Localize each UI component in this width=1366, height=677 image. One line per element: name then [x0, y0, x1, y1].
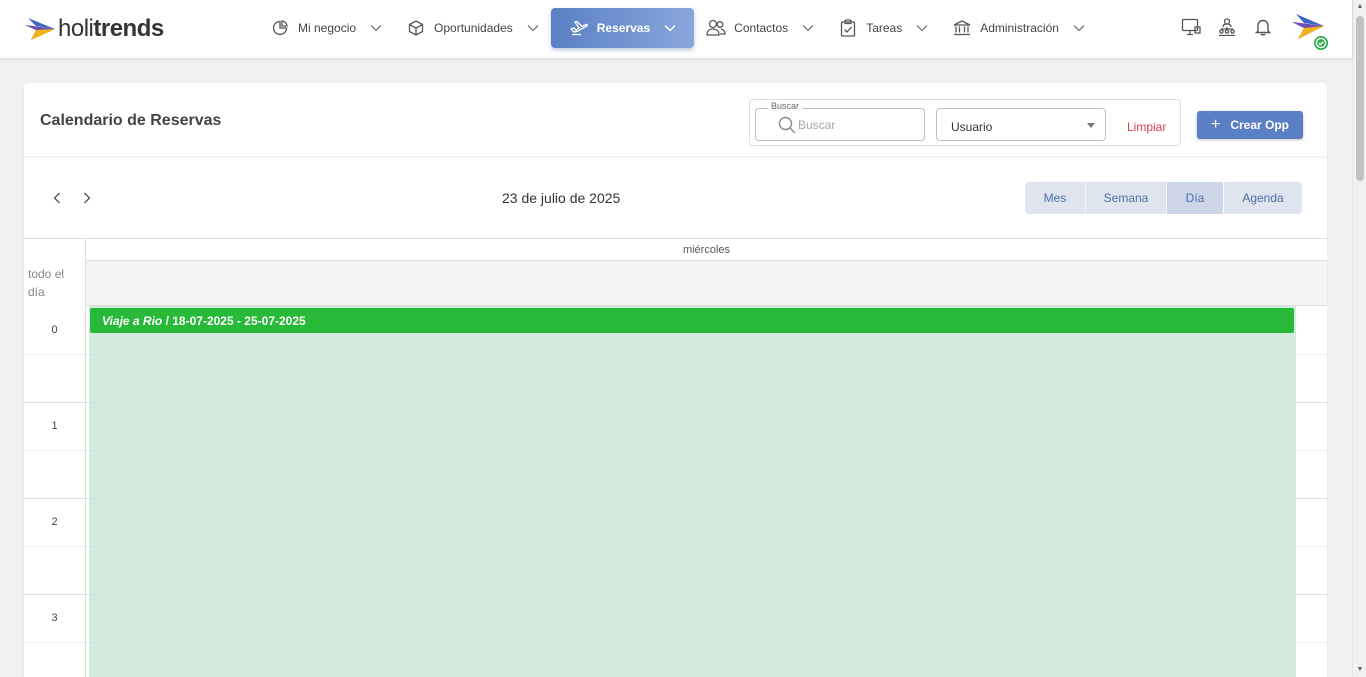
- clipboard-check-icon: [838, 18, 858, 38]
- plane-icon: [569, 18, 589, 38]
- plus-icon: +: [1210, 116, 1221, 133]
- search-input[interactable]: [798, 116, 918, 134]
- nav-item-tareas[interactable]: Tareas: [826, 8, 940, 48]
- filter-box: Buscar Usuario Limpiar: [749, 99, 1181, 146]
- top-navbar: holitrends Mi negocio Oportunidades Rese…: [0, 0, 1352, 58]
- chevron-down-icon: [664, 24, 676, 32]
- chevron-left-icon: [53, 192, 60, 204]
- nav-item-administracion[interactable]: Administración: [940, 8, 1097, 48]
- view-month-button[interactable]: Mes: [1025, 182, 1086, 214]
- view-switcher: Mes Semana Día Agenda: [1025, 182, 1302, 214]
- allday-row[interactable]: [86, 261, 1327, 306]
- nav-item-reservas[interactable]: Reservas: [550, 8, 695, 48]
- chevron-right-icon: [84, 192, 91, 204]
- allday-label: todo el día: [28, 267, 65, 299]
- nav-item-mi-negocio[interactable]: Mi negocio: [258, 8, 394, 48]
- reservation-event[interactable]: Viaje a Rio / 18-07-2025 - 25-07-2025: [90, 308, 1294, 333]
- create-opp-label: Crear Opp: [1230, 118, 1290, 132]
- half-hour-divider: [24, 642, 85, 643]
- monitor-icon[interactable]: [1178, 14, 1204, 40]
- chevron-down-icon: [802, 24, 814, 32]
- page-title: Calendario de Reservas: [40, 112, 222, 129]
- nav-label: Oportunidades: [434, 21, 513, 35]
- nav-label: Administración: [980, 21, 1059, 35]
- user-select[interactable]: Usuario: [936, 108, 1106, 141]
- bank-icon: [952, 18, 972, 38]
- half-hour-divider: [24, 354, 85, 355]
- search-icon: [778, 116, 796, 134]
- view-week-button[interactable]: Semana: [1086, 182, 1167, 214]
- logo-text: holitrends: [58, 15, 164, 42]
- half-hour-divider: [86, 450, 1327, 451]
- half-hour-divider: [86, 354, 1327, 355]
- event-title: Viaje a Rio: [102, 314, 163, 328]
- search-field[interactable]: Buscar: [755, 101, 925, 141]
- hour-label: 3: [51, 612, 58, 624]
- chevron-down-icon: [527, 24, 539, 32]
- view-agenda-button[interactable]: Agenda: [1224, 182, 1302, 214]
- current-date-label: 23 de julio de 2025: [502, 190, 621, 206]
- nav-item-contactos[interactable]: Contactos: [694, 8, 826, 48]
- nav-label: Contactos: [734, 21, 789, 35]
- half-hour-divider: [86, 642, 1327, 643]
- scroll-thumb[interactable]: [1356, 16, 1364, 181]
- users-icon: [706, 18, 726, 38]
- hour-label: 1: [51, 420, 58, 432]
- nav-label: Mi negocio: [298, 21, 357, 35]
- time-gutter-line: [85, 239, 86, 677]
- page-scrollbar[interactable]: ▲ ▼: [1352, 0, 1366, 677]
- card-header: Calendario de Reservas Buscar Usuario Li…: [24, 83, 1327, 157]
- chevron-down-icon: [370, 24, 382, 32]
- nav-label: Tareas: [866, 21, 903, 35]
- logo-plane-icon: [25, 18, 55, 40]
- prev-day-button[interactable]: [48, 189, 66, 207]
- day-header: miércoles: [86, 239, 1327, 261]
- chevron-down-icon: [916, 24, 928, 32]
- half-hour-divider: [86, 546, 1327, 547]
- scroll-up-arrow-icon[interactable]: ▲: [1356, 3, 1364, 11]
- holitrends-logo[interactable]: holitrends: [24, 14, 164, 44]
- box-icon: [406, 18, 426, 38]
- calendar-card: Calendario de Reservas Buscar Usuario Li…: [24, 83, 1327, 677]
- user-avatar[interactable]: [1290, 12, 1330, 52]
- hour-label: 0: [51, 324, 58, 336]
- event-background[interactable]: [89, 306, 1296, 677]
- half-hour-divider: [24, 546, 85, 547]
- top-icons: [1178, 14, 1286, 40]
- hour-divider: [24, 594, 1327, 595]
- clear-filters-button[interactable]: Limpiar: [1127, 120, 1166, 134]
- scroll-down-arrow-icon[interactable]: ▼: [1356, 666, 1364, 674]
- org-chart-icon[interactable]: [1214, 14, 1240, 40]
- main-nav: Mi negocio Oportunidades Reservas Contac…: [258, 8, 1097, 48]
- hour-divider: [24, 498, 1327, 499]
- search-legend: Buscar: [768, 101, 803, 111]
- hour-divider: [24, 402, 1327, 403]
- create-opp-button[interactable]: + Crear Opp: [1197, 111, 1303, 139]
- view-day-button[interactable]: Día: [1167, 182, 1224, 214]
- half-hour-divider: [24, 450, 85, 451]
- caret-down-icon: [1087, 123, 1095, 128]
- event-dates: / 18-07-2025 - 25-07-2025: [162, 314, 306, 328]
- user-select-value: Usuario: [951, 120, 993, 134]
- next-day-button[interactable]: [78, 189, 96, 207]
- nav-item-oportunidades[interactable]: Oportunidades: [394, 8, 551, 48]
- hour-label: 2: [51, 516, 58, 528]
- nav-label: Reservas: [596, 21, 651, 35]
- pie-chart-icon: [270, 18, 290, 38]
- online-status-badge: [1312, 34, 1330, 52]
- day-grid: miércoles todo el día 0 1 2 3 Viaje a Ri…: [24, 238, 1327, 677]
- bell-icon[interactable]: [1250, 14, 1276, 40]
- chevron-down-icon: [1073, 24, 1085, 32]
